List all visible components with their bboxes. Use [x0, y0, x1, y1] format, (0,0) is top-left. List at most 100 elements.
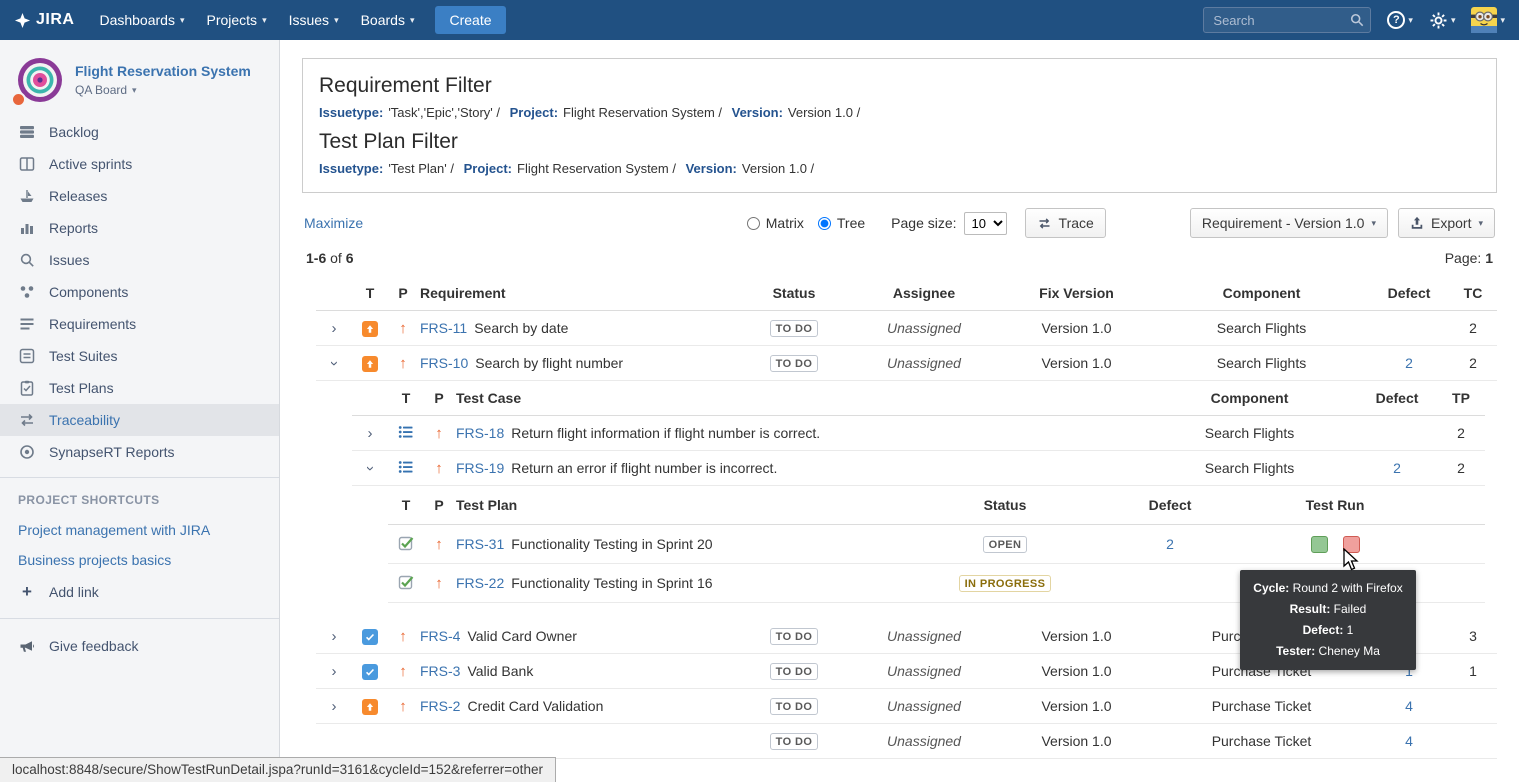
page: JIRA Dashboards▾ Projects▾ Issues▾ Board…	[0, 0, 1519, 782]
expand-chevron-icon[interactable]: ›	[332, 699, 337, 714]
sidebar-item-synapsert-reports[interactable]: SynapseRT Reports	[0, 436, 279, 468]
create-button[interactable]: Create	[435, 6, 505, 34]
issue-summary: Return flight information if flight numb…	[511, 425, 820, 441]
board-switcher[interactable]: QA Board▾	[75, 83, 251, 97]
issue-key-link[interactable]: FRS-4	[420, 628, 460, 644]
sidebar-item-active-sprints[interactable]: Active sprints	[0, 148, 279, 180]
requirement-version-label: Requirement - Version 1.0	[1202, 215, 1365, 231]
requirement-row: › ↑ FRS-10Search by flight number TO DO …	[316, 346, 1497, 381]
issue-key-link[interactable]: FRS-10	[420, 355, 468, 371]
add-link-button[interactable]: + Add link	[0, 575, 279, 609]
issue-summary: Credit Card Validation	[467, 698, 603, 714]
shortcut-project-management[interactable]: Project management with JIRA	[0, 515, 279, 545]
issue-key-link[interactable]: FRS-2	[420, 698, 460, 714]
sidebar-item-test-plans[interactable]: Test Plans	[0, 372, 279, 404]
issue-key-link[interactable]: FRS-3	[420, 663, 460, 679]
expand-chevron-icon[interactable]: ›	[332, 321, 337, 336]
sidebar-item-releases[interactable]: Releases	[0, 180, 279, 212]
issue-key-link[interactable]: FRS-31	[456, 536, 504, 552]
sidebar-item-label: Test Plans	[49, 380, 114, 396]
tree-radio[interactable]	[818, 217, 831, 230]
collapse-chevron-icon[interactable]: ›	[327, 361, 342, 366]
chevron-down-icon: ▾	[1500, 15, 1505, 26]
project-header: Flight Reservation System QA Board▾	[0, 54, 279, 116]
page-size-control: Page size: 10	[891, 212, 1006, 235]
page-size-select[interactable]: 10	[964, 212, 1007, 235]
version-label: Version:	[732, 105, 783, 120]
maximize-link[interactable]: Maximize	[304, 215, 363, 231]
board-name: QA Board	[75, 83, 127, 97]
export-dropdown[interactable]: Export ▾	[1398, 208, 1495, 238]
fix-version: Version 1.0	[999, 731, 1154, 751]
expand-chevron-icon[interactable]: ›	[332, 629, 337, 644]
collapse-chevron-icon[interactable]: ›	[363, 466, 378, 471]
component: Search Flights	[1154, 318, 1369, 338]
give-feedback-button[interactable]: Give feedback	[0, 628, 279, 664]
test-run-passed-square[interactable]	[1311, 536, 1328, 553]
nav-issues[interactable]: Issues▾	[278, 0, 350, 40]
issuetype-value: 'Task','Epic','Story' /	[388, 105, 500, 120]
settings-menu[interactable]: ▾	[1429, 11, 1456, 30]
fix-version: Version 1.0	[999, 626, 1154, 646]
sidebar-item-backlog[interactable]: Backlog	[0, 116, 279, 148]
shortcut-business-projects[interactable]: Business projects basics	[0, 545, 279, 575]
sidebar-item-issues[interactable]: Issues	[0, 244, 279, 276]
search-icon	[1350, 13, 1364, 27]
issue-key-link[interactable]: FRS-11	[420, 320, 467, 336]
matrix-radio[interactable]	[747, 217, 760, 230]
sidebar-item-requirements[interactable]: Requirements	[0, 308, 279, 340]
issue-key-link[interactable]: FRS-22	[456, 575, 504, 591]
sidebar-item-components[interactable]: Components	[0, 276, 279, 308]
jira-logo[interactable]: JIRA	[14, 11, 74, 29]
tree-label[interactable]: Tree	[837, 215, 865, 231]
issue-key-link[interactable]: FRS-19	[456, 460, 504, 476]
user-menu[interactable]: ▾	[1471, 7, 1505, 33]
status-badge: TO DO	[770, 663, 819, 680]
testplan-row: ↑ FRS-31Functionality Testing in Sprint …	[388, 525, 1485, 564]
nav-projects-label: Projects	[206, 12, 257, 28]
sidebar-item-reports[interactable]: Reports	[0, 212, 279, 244]
issue-key-link[interactable]: FRS-18	[456, 425, 504, 441]
issue-summary: Valid Bank	[467, 663, 533, 679]
col-type: T	[388, 495, 424, 515]
nav-projects[interactable]: Projects ▾	[195, 0, 277, 40]
issuetype-label: Issuetype:	[319, 105, 383, 120]
help-menu[interactable]: ?▾	[1387, 11, 1413, 29]
project-avatar[interactable]	[16, 56, 64, 104]
sidebar-item-label: Components	[49, 284, 128, 300]
search-input[interactable]	[1203, 7, 1371, 33]
tooltip-tester: Tester: Cheney Ma	[1248, 641, 1408, 662]
project-type-badge-icon	[11, 92, 26, 107]
expand-chevron-icon[interactable]: ›	[368, 426, 373, 441]
sidebar-item-traceability[interactable]: Traceability	[0, 404, 279, 436]
assignee: Unassigned	[849, 696, 999, 716]
result-total: 6	[346, 250, 354, 266]
matrix-label[interactable]: Matrix	[766, 215, 804, 231]
nav-boards[interactable]: Boards▾	[350, 0, 426, 40]
testplan-filter-line: Issuetype:'Test Plan' / Project:Flight R…	[319, 161, 1480, 176]
requirement-version-dropdown[interactable]: Requirement - Version 1.0 ▾	[1190, 208, 1388, 238]
defect-count-link[interactable]: 4	[1405, 698, 1413, 714]
expand-chevron-icon[interactable]: ›	[332, 664, 337, 679]
fix-version: Version 1.0	[999, 318, 1154, 338]
trace-button[interactable]: Trace	[1025, 208, 1106, 238]
priority-up-icon: ↑	[435, 536, 443, 553]
defect-count-link[interactable]: 4	[1405, 733, 1413, 749]
defect-count-link[interactable]: 2	[1405, 355, 1413, 371]
defect-count-link[interactable]: 2	[1393, 460, 1401, 476]
chevron-down-icon: ▾	[180, 15, 185, 26]
nav-dashboards[interactable]: Dashboards▾	[88, 0, 195, 40]
defect-count-link[interactable]: 2	[1166, 536, 1174, 552]
traceability-table: T P Requirement Status Assignee Fix Vers…	[302, 276, 1497, 759]
requirement-row: › ↑ FRS-11Search by date TO DO Unassigne…	[316, 311, 1497, 346]
tc-count: 3	[1449, 626, 1497, 646]
issuetype-test-case-icon	[398, 427, 414, 443]
col-component: Component	[1142, 388, 1357, 408]
priority-up-icon: ↑	[399, 320, 407, 337]
sidebar-item-test-suites[interactable]: Test Suites	[0, 340, 279, 372]
active-sprints-icon	[18, 155, 36, 173]
of-label: of	[330, 250, 342, 266]
chevron-down-icon: ▾	[262, 15, 267, 26]
col-priority: P	[388, 283, 418, 303]
divider	[0, 618, 279, 619]
